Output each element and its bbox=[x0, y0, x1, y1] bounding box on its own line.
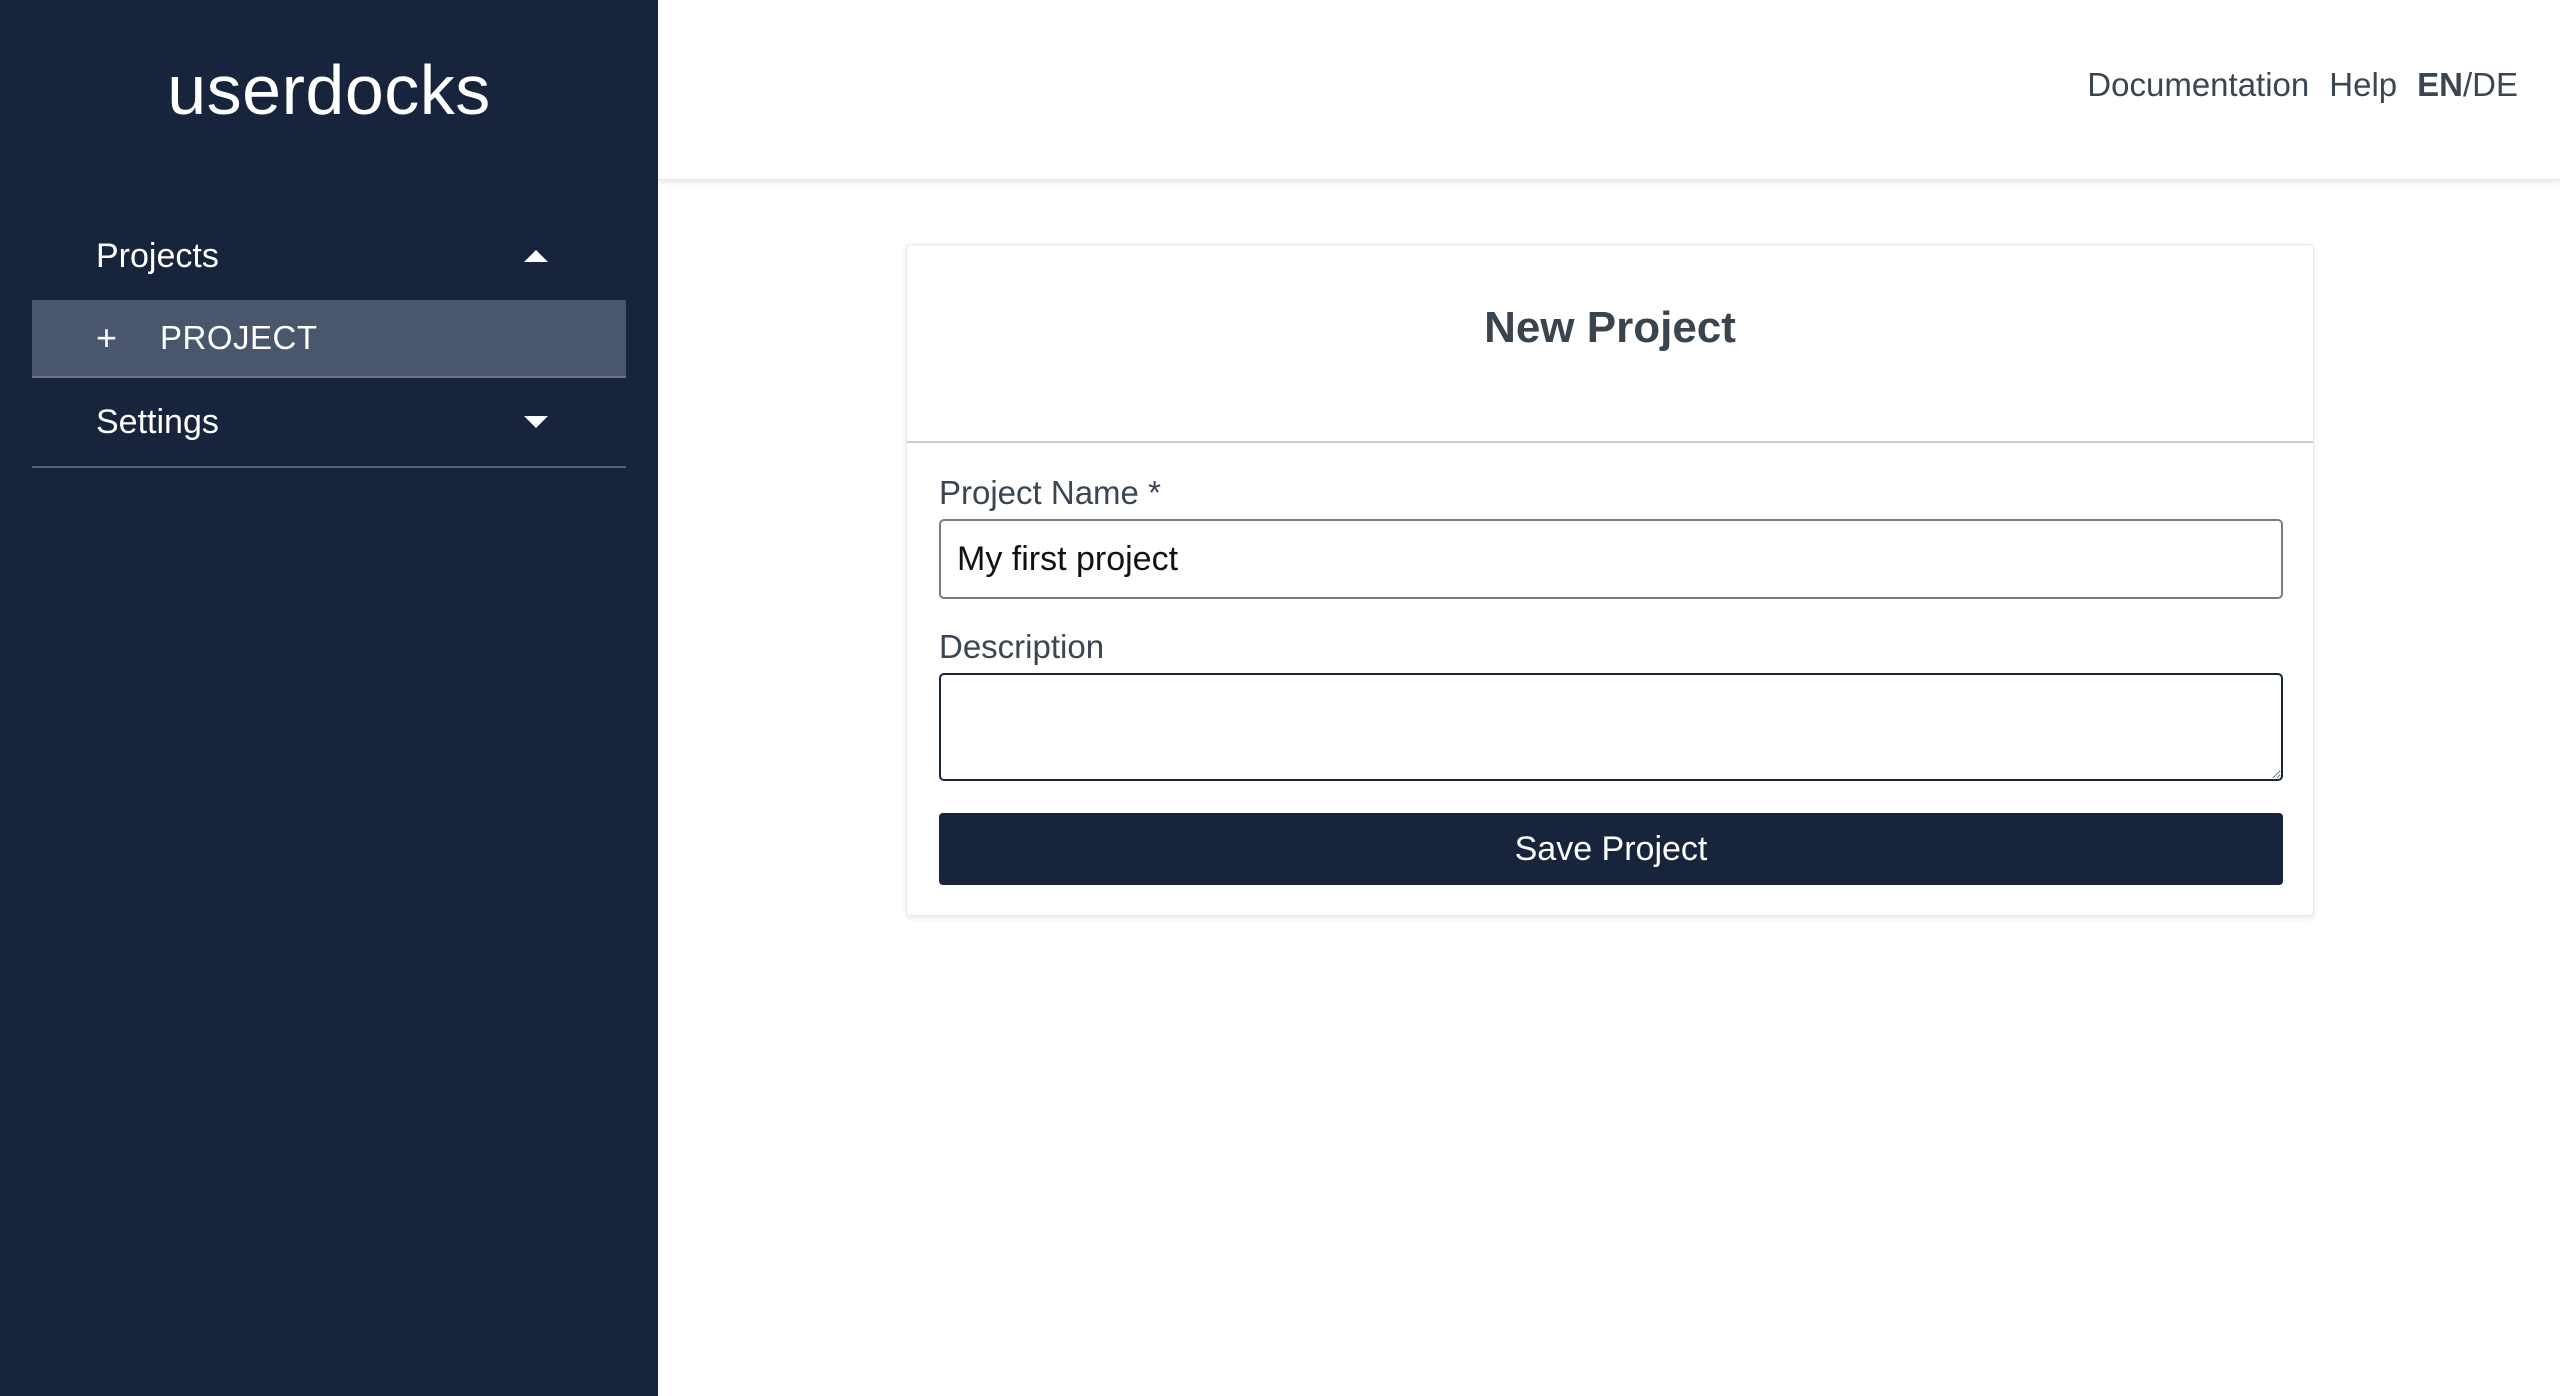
description-label: Description bbox=[939, 628, 1105, 665]
sidebar-nav: Projects + PROJECT Settings bbox=[32, 212, 626, 468]
app: userdocks Projects + PROJECT Settings Do… bbox=[0, 0, 2560, 1396]
project-name-label: Project Name * bbox=[939, 474, 1161, 511]
language-switcher: EN / DE bbox=[2417, 66, 2518, 104]
new-project-form: Project Name * Description Save Project bbox=[939, 473, 2283, 885]
new-project-card: New Project Project Name * Description S… bbox=[906, 244, 2314, 916]
save-project-button[interactable]: Save Project bbox=[939, 813, 2283, 885]
sidebar-divider bbox=[32, 466, 626, 468]
plus-icon: + bbox=[96, 317, 118, 358]
caret-down-icon bbox=[524, 416, 548, 428]
sidebar-item-projects[interactable]: Projects bbox=[32, 212, 626, 300]
field-spacer bbox=[939, 599, 2283, 627]
sidebar-item-settings[interactable]: Settings bbox=[32, 378, 626, 466]
sidebar: userdocks Projects + PROJECT Settings bbox=[0, 0, 658, 1396]
language-de-link[interactable]: DE bbox=[2472, 66, 2518, 104]
language-separator: / bbox=[2462, 66, 2473, 103]
card-header: New Project bbox=[907, 245, 2313, 443]
sidebar-item-label: Settings bbox=[96, 402, 219, 441]
brand-logo[interactable]: userdocks bbox=[0, 48, 658, 132]
language-en-link[interactable]: EN bbox=[2417, 66, 2463, 104]
caret-up-icon bbox=[524, 250, 548, 262]
project-name-input[interactable] bbox=[939, 519, 2283, 599]
sidebar-item-label: Projects bbox=[96, 236, 219, 275]
description-textarea[interactable] bbox=[939, 673, 2283, 781]
sidebar-item-new-project[interactable]: + PROJECT bbox=[32, 300, 626, 378]
sidebar-item-label: PROJECT bbox=[160, 319, 318, 356]
top-header: Documentation Help EN / DE bbox=[658, 0, 2560, 180]
documentation-link[interactable]: Documentation bbox=[2087, 66, 2309, 104]
help-link[interactable]: Help bbox=[2329, 66, 2397, 104]
top-nav: Documentation Help EN / DE bbox=[2067, 66, 2518, 104]
page-title: New Project bbox=[1484, 303, 1736, 353]
